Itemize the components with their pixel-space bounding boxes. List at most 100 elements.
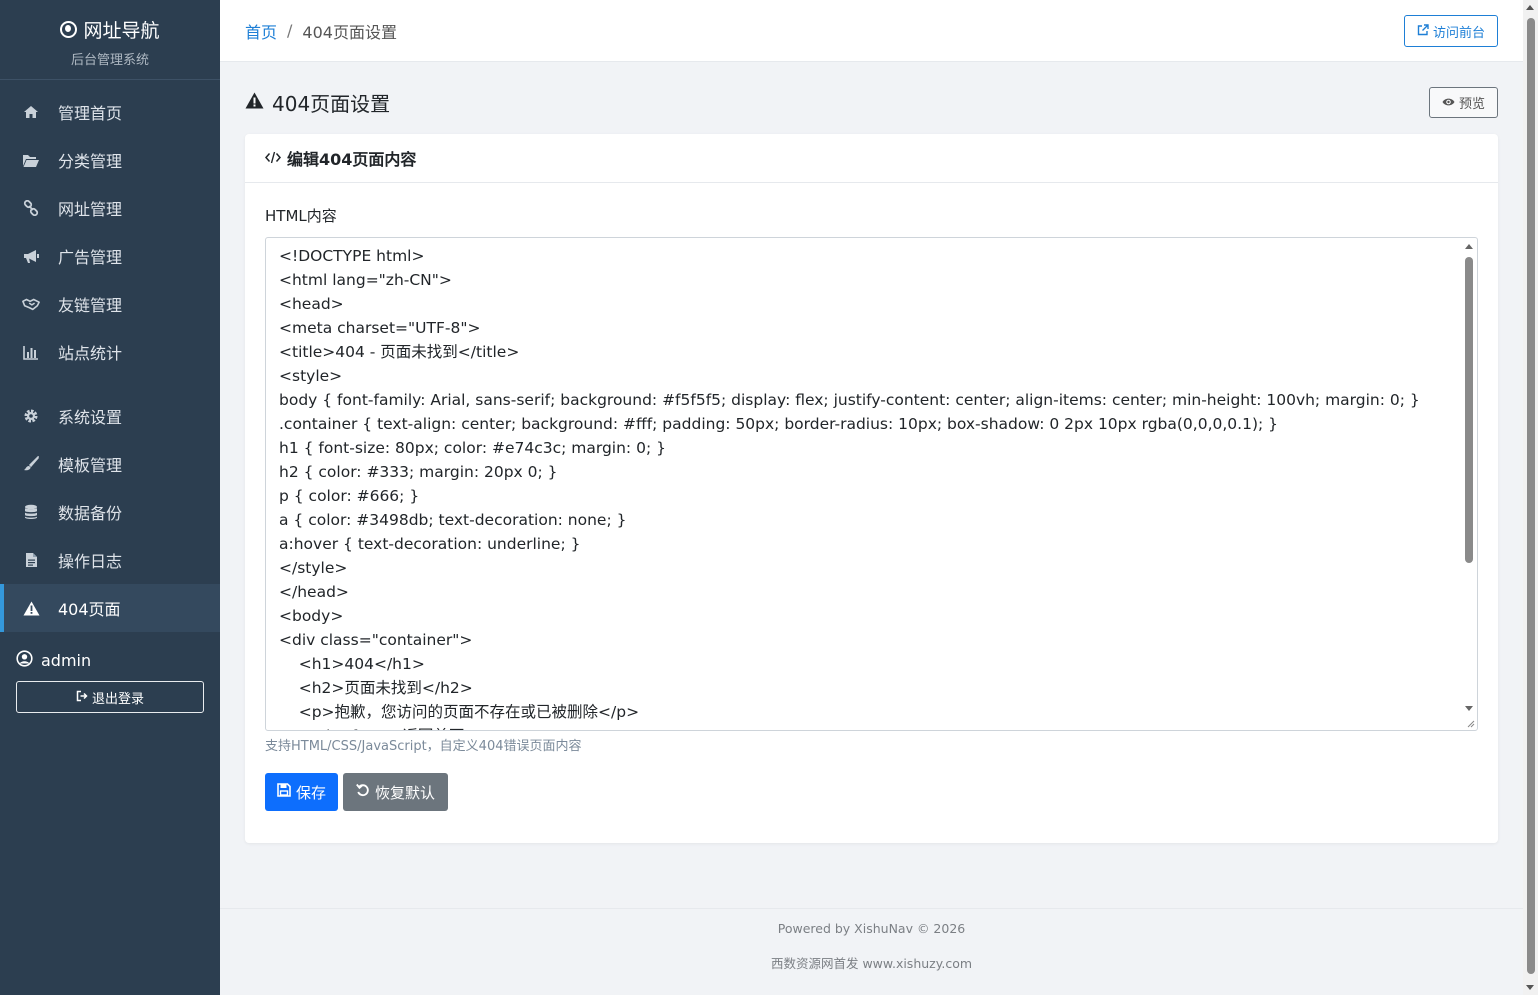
username: admin (41, 651, 92, 670)
folder-open-icon (22, 151, 40, 169)
sidebar-item-label: 404页面 (58, 600, 121, 619)
sidebar-item-ads[interactable]: 广告管理 (0, 232, 220, 280)
floppy-disk-icon (277, 783, 291, 801)
html-content-textarea[interactable]: <!DOCTYPE html> <html lang="zh-CN"> <head>… (265, 237, 1478, 731)
sidebar-item-templates[interactable]: 模板管理 (0, 440, 220, 488)
breadcrumb-separator: / (287, 21, 293, 40)
topbar: 首页 / 404页面设置 访问前台 (220, 0, 1523, 62)
restore-default-label: 恢复默认 (375, 784, 436, 802)
footer-powered-by: Powered by XishuNav © 2026 (777, 921, 966, 936)
code-line: <!DOCTYPE html> (279, 247, 425, 265)
code-line: <a href="/">返回首页</a> (279, 724, 1447, 730)
sidebar-item-404-page[interactable]: 404页面 (0, 584, 220, 632)
card-title: 编辑404页面内容 (287, 150, 417, 169)
code-icon (265, 149, 281, 168)
user-panel: admin 退出登录 (0, 632, 220, 713)
page-scroll-up-icon[interactable] (1526, 5, 1534, 10)
breadcrumb: 首页 / 404页面设置 (245, 19, 397, 43)
save-button[interactable]: 保存 (265, 773, 339, 811)
help-text: 支持HTML/CSS/JavaScript，自定义404错误页面内容 (265, 739, 582, 754)
sign-out-icon (76, 690, 88, 705)
brand-title[interactable]: 网址导航 (0, 16, 220, 43)
brand-subtitle: 后台管理系统 (70, 53, 149, 68)
undo-icon (356, 783, 370, 801)
code-line: <h1>404</h1> (279, 655, 425, 673)
code-line: <div class="container"> (279, 631, 473, 649)
sidebar-item-backup[interactable]: 数据备份 (0, 488, 220, 536)
sidebar-nav: 管理首页 分类管理 网址管理 广告管理 友链管理 站点统计 系统设置 模板管理 … (0, 80, 220, 632)
preview-label: 预览 (1458, 96, 1485, 111)
gear-icon (22, 407, 40, 425)
page-header: 404页面设置 预览 (245, 86, 1498, 118)
code-line: a { color: #3498db; text-decoration: non… (279, 511, 627, 529)
database-icon (22, 503, 40, 521)
visit-frontend-button[interactable]: 访问前台 (1403, 15, 1498, 47)
code-line: <h2>页面未找到</h2> (279, 679, 473, 697)
sidebar-item-label: 操作日志 (58, 552, 123, 571)
html-content-label: HTML内容 (265, 207, 337, 225)
breadcrumb-home-link[interactable]: 首页 (245, 19, 277, 43)
code-content[interactable]: <!DOCTYPE html> <html lang="zh-CN"> <head>… (266, 238, 1477, 730)
bar-chart-icon (22, 343, 40, 361)
scroll-down-arrow-icon[interactable] (1465, 706, 1473, 711)
page-scroll-down-icon[interactable] (1526, 985, 1534, 990)
card-body: HTML内容 <!DOCTYPE html> <html lang="zh-CN"… (245, 183, 1498, 811)
sidebar-item-label: 模板管理 (58, 456, 123, 475)
textarea-scrollbar[interactable] (1462, 239, 1476, 715)
code-line: </head> (279, 583, 349, 601)
save-label: 保存 (296, 784, 327, 802)
code-line: <meta charset="UTF-8"> (279, 319, 481, 337)
page-title-text: 404页面设置 (272, 91, 391, 116)
sidebar-item-label: 站点统计 (58, 344, 123, 363)
handshake-icon (22, 295, 40, 313)
logout-button[interactable]: 退出登录 (16, 681, 204, 713)
code-line: .container { text-align: center; backgro… (279, 415, 1279, 433)
sidebar: 网址导航 后台管理系统 管理首页 分类管理 网址管理 广告管理 友链管理 站点统… (0, 0, 220, 995)
footer: Powered by XishuNav © 2026 西数资源网首发 www.x… (220, 908, 1523, 995)
user-name: admin (16, 650, 204, 671)
sidebar-item-logs[interactable]: 操作日志 (0, 536, 220, 584)
code-line: <p>抱歉，您访问的页面不存在或已被删除</p> (279, 703, 640, 721)
user-circle-icon (16, 650, 33, 671)
card-header: 编辑404页面内容 (245, 134, 1498, 183)
visit-frontend-label: 访问前台 (1432, 24, 1485, 40)
sidebar-item-label: 管理首页 (58, 104, 123, 123)
page-scrollbar-thumb[interactable] (1527, 18, 1535, 974)
external-link-icon (1417, 23, 1429, 39)
sidebar-item-label: 友链管理 (58, 296, 123, 315)
sidebar-item-stats[interactable]: 站点统计 (0, 328, 220, 376)
sidebar-item-label: 分类管理 (58, 152, 123, 171)
code-line: a:hover { text-decoration: underline; } (279, 535, 581, 553)
sidebar-item-label: 系统设置 (58, 408, 123, 427)
sidebar-item-links[interactable]: 网址管理 (0, 184, 220, 232)
code-line: <html lang="zh-CN"> (279, 271, 452, 289)
restore-default-button[interactable]: 恢复默认 (343, 773, 449, 811)
code-line: </style> (279, 559, 348, 577)
brand-title-text: 网址导航 (83, 20, 160, 42)
resize-handle-icon[interactable] (1465, 718, 1475, 728)
sidebar-item-friend-links[interactable]: 友链管理 (0, 280, 220, 328)
code-line: p { color: #666; } (279, 487, 420, 505)
sidebar-item-label: 网址管理 (58, 200, 123, 219)
sidebar-item-categories[interactable]: 分类管理 (0, 136, 220, 184)
edit-card: 编辑404页面内容 HTML内容 <!DOCTYPE html> <html la… (245, 134, 1498, 843)
code-line: <head> (279, 295, 344, 313)
link-icon (22, 199, 40, 217)
preview-button[interactable]: 预览 (1428, 87, 1498, 118)
sidebar-item-settings[interactable]: 系统设置 (0, 392, 220, 440)
breadcrumb-current: 404页面设置 (302, 22, 397, 42)
scrollbar-thumb[interactable] (1465, 257, 1473, 563)
sidebar-item-label: 广告管理 (58, 248, 123, 267)
code-line: <title>404 - 页面未找到</title> (279, 343, 520, 361)
scroll-up-arrow-icon[interactable] (1465, 244, 1473, 249)
logout-label: 退出登录 (91, 690, 144, 706)
code-line: <body> (279, 607, 344, 625)
sidebar-item-dashboard[interactable]: 管理首页 (0, 88, 220, 136)
home-icon (22, 103, 40, 121)
footer-credit: 西数资源网首发 www.xishuzy.com (770, 956, 973, 971)
page-scrollbar[interactable] (1523, 0, 1538, 995)
nav-divider (0, 376, 220, 392)
eye-icon (1442, 95, 1455, 110)
code-line: body { font-family: Arial, sans-serif; b… (279, 391, 1420, 409)
warning-icon (22, 599, 40, 617)
